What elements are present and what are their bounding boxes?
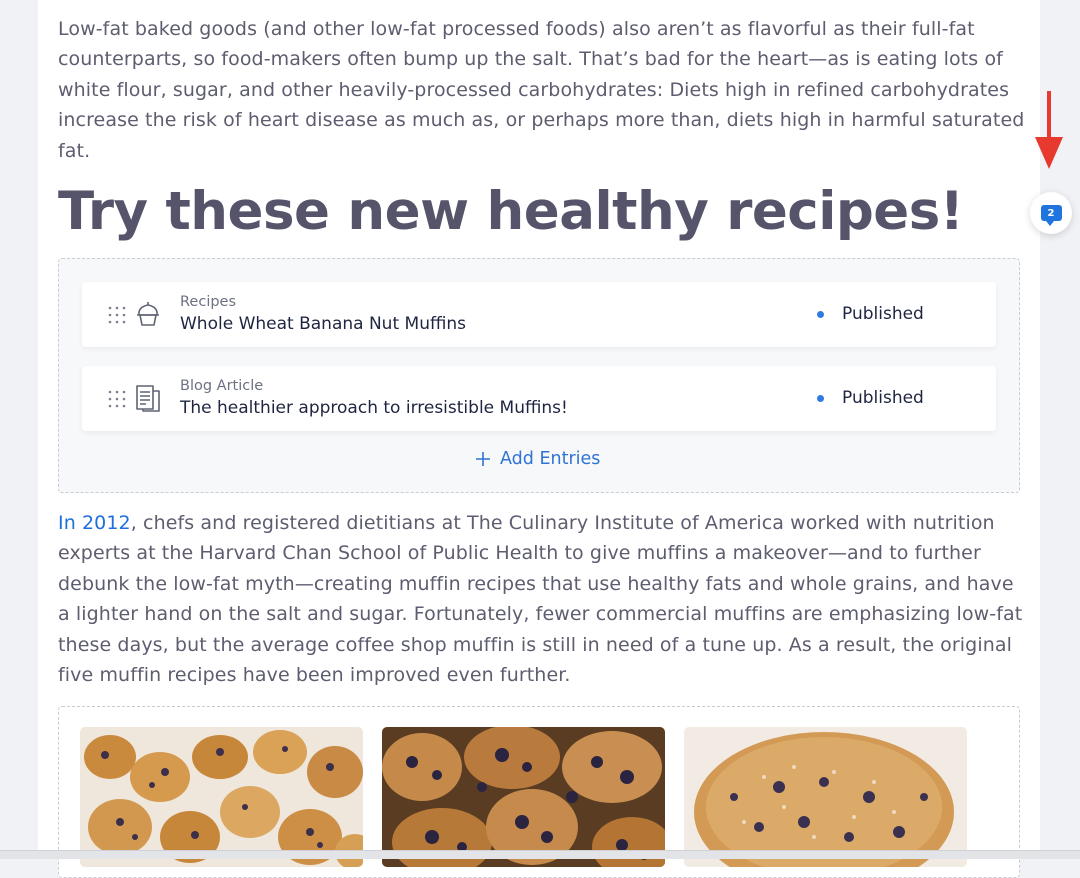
plus-icon — [476, 452, 490, 466]
status-dot — [817, 395, 824, 402]
drag-handle-icon[interactable] — [107, 305, 127, 325]
entry-card-blog[interactable]: Blog Article The healthier approach to i… — [82, 366, 996, 431]
status-badge: Published — [842, 304, 924, 324]
paragraph-2[interactable]: In 2012, chefs and registered dietitians… — [58, 508, 1028, 690]
paragraph-1[interactable]: Low-fat baked goods (and other low-fat p… — [58, 14, 1028, 166]
editor-canvas: Low-fat baked goods (and other low-fat p… — [38, 0, 1040, 878]
entry-content-type: Recipes — [180, 294, 237, 310]
status-dot — [817, 311, 824, 318]
status-badge: Published — [842, 388, 924, 408]
comments-button[interactable]: 2 — [1030, 192, 1072, 234]
muffin-image-1[interactable] — [80, 727, 363, 867]
add-entries-label: Add Entries — [500, 449, 601, 469]
section-heading[interactable]: Try these new healthy recipes! — [58, 176, 964, 248]
in-2012-link[interactable]: In 2012 — [58, 512, 131, 534]
red-arrow-annotation — [1035, 91, 1063, 169]
cupcake-icon — [137, 302, 159, 326]
entry-title: Whole Wheat Banana Nut Muffins — [180, 314, 467, 334]
comment-icon: 2 — [1040, 205, 1062, 226]
muffin-image-2[interactable] — [382, 727, 665, 867]
entry-title: The healthier approach to irresistible M… — [180, 398, 568, 418]
paragraph-2-text: , chefs and registered dietitians at The… — [58, 512, 1023, 687]
entry-card-recipe[interactable]: Recipes Whole Wheat Banana Nut Muffins P… — [82, 282, 996, 347]
comment-count: 2 — [1047, 207, 1055, 219]
entry-content-type: Blog Article — [180, 378, 264, 394]
muffin-image-3[interactable] — [684, 727, 967, 867]
add-entries-button[interactable]: Add Entries — [474, 449, 600, 469]
referenced-entries-block: Recipes Whole Wheat Banana Nut Muffins P… — [58, 258, 1020, 493]
document-icon — [136, 385, 160, 412]
drag-handle-icon[interactable] — [107, 389, 127, 409]
